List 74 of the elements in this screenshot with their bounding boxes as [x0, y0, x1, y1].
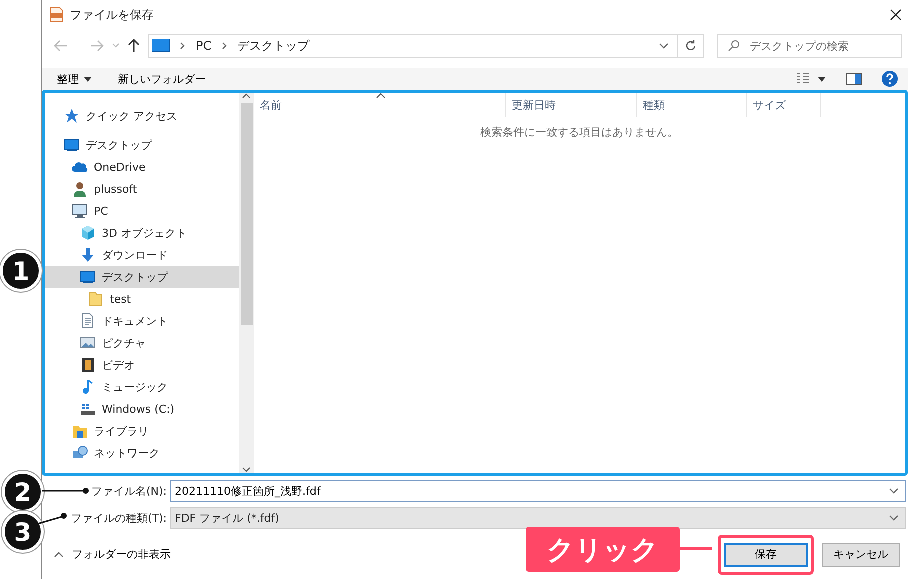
preview-pane-icon [846, 73, 862, 85]
nav-tree-item[interactable]: ライブラリ [45, 420, 239, 442]
search-icon [728, 40, 740, 52]
nav-tree-item[interactable]: Windows (C:) [45, 398, 239, 420]
save-button[interactable]: 保存 [724, 542, 808, 566]
file-name-label: ファイル名(N): [91, 484, 167, 498]
empty-message: 検索条件に一致する項目はありません。 [480, 125, 680, 140]
nav-tree-item[interactable]: OneDrive [45, 156, 239, 178]
nav-tree-item[interactable]: 3D オブジェクト [45, 222, 239, 244]
breadcrumb[interactable]: デスクトップ [238, 38, 310, 54]
nav-tree-item[interactable]: デスクトップ [45, 266, 239, 288]
chevron-down-icon [659, 41, 669, 51]
refresh-icon [684, 40, 696, 52]
address-bar[interactable]: PC デスクトップ [148, 34, 704, 58]
nav-tree-item[interactable]: ミュージック [45, 376, 239, 398]
click-callout: クリック [526, 527, 680, 572]
monitor-icon [64, 137, 80, 153]
nav-tree-item[interactable]: ドキュメント [45, 310, 239, 332]
nav-tree-item[interactable]: デスクトップ [45, 134, 239, 156]
close-icon [890, 9, 902, 21]
person-icon [72, 181, 88, 197]
help-icon [882, 71, 898, 87]
nav-tree-item[interactable]: test [45, 288, 239, 310]
scroll-up-icon [242, 93, 251, 99]
view-options-icon [796, 73, 826, 85]
search-box[interactable]: デスクトップの検索 [717, 34, 902, 58]
nav-tree-item[interactable]: ビデオ [45, 354, 239, 376]
window-title: ファイルを保存 [70, 6, 154, 24]
leader-line [42, 488, 89, 494]
library-icon [72, 423, 88, 439]
scroll-down-icon [242, 467, 251, 473]
cancel-button[interactable]: キャンセル [822, 542, 900, 566]
scrollbar[interactable] [239, 93, 254, 473]
monitor-icon [80, 269, 96, 285]
step-number-marker: 2 [2, 471, 44, 513]
nav-tree-item[interactable]: ピクチャ [45, 332, 239, 354]
cube-icon [80, 225, 96, 241]
file-name-combo-box[interactable]: 20211110修正箇所_浅野.fdf [170, 480, 906, 502]
step-number-marker: 3 [2, 511, 44, 553]
nav-tree-item[interactable]: クイック アクセス [45, 105, 239, 127]
picture-icon [80, 335, 96, 351]
new-folder-button[interactable]: 新しいフォルダー [115, 70, 209, 88]
file-name-field[interactable]: 20211110修正箇所_浅野.fdf [175, 484, 889, 498]
monitor-icon [152, 39, 170, 53]
document-icon [80, 313, 96, 329]
forward-arrow-icon [90, 40, 104, 52]
network-icon [72, 445, 88, 461]
file-type-label: ファイルの種類(T): [70, 510, 167, 526]
caret-icon [84, 76, 92, 82]
drive-icon [80, 401, 96, 417]
chevron-down-icon [889, 486, 899, 496]
hide-folders-button[interactable]: フォルダーの非表示 [52, 545, 173, 564]
step-number-marker: 1 [0, 250, 42, 292]
up-arrow-icon [128, 39, 140, 53]
film-icon [80, 357, 96, 373]
folder-icon [88, 291, 104, 307]
pdf-file-icon [50, 7, 64, 23]
chevron-down-icon [889, 513, 899, 523]
breadcrumb[interactable]: PC [196, 39, 212, 53]
computer-icon [72, 203, 88, 219]
nav-tree-item[interactable]: plussoft [45, 178, 239, 200]
leader-line [680, 548, 712, 550]
chevron-down-icon [112, 43, 120, 49]
file-type-dropdown[interactable]: FDF ファイル (*.fdf) [170, 507, 906, 529]
organize-button[interactable]: 整理 [54, 70, 95, 88]
star-icon [64, 108, 80, 124]
back-arrow-icon [54, 40, 68, 52]
nav-tree-item[interactable]: ネットワーク [45, 442, 239, 464]
leader-line [38, 513, 67, 525]
music-note-icon [80, 379, 96, 395]
down-arrow-icon [80, 247, 96, 263]
nav-tree-item[interactable]: ダウンロード [45, 244, 239, 266]
nav-tree-item[interactable]: PC [45, 200, 239, 222]
chevron-up-icon [54, 550, 64, 560]
